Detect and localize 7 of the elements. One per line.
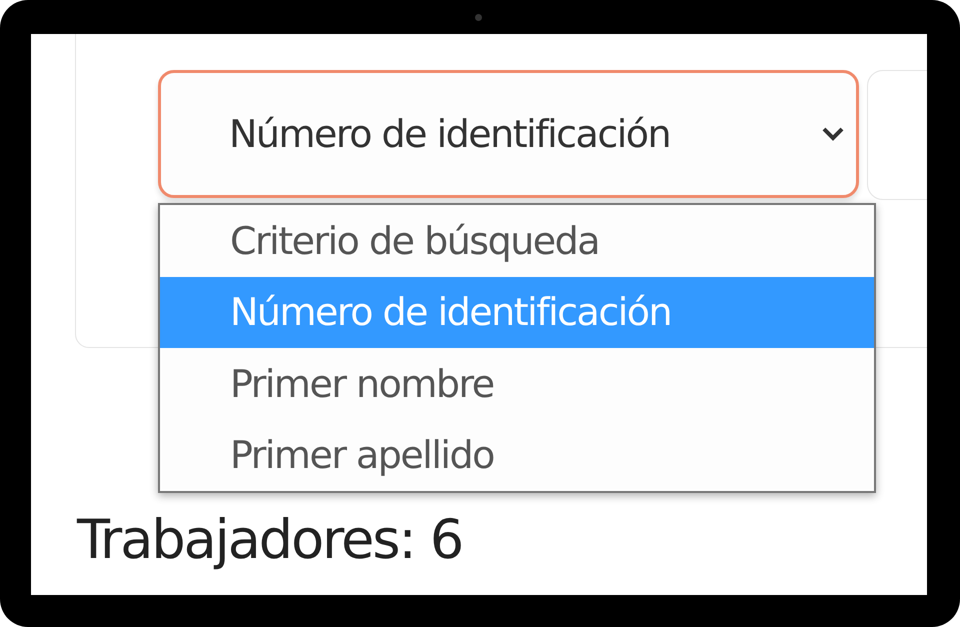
dropdown-option[interactable]: Criterio de búsqueda — [160, 205, 874, 276]
dropdown-option[interactable]: Primer apellido — [160, 420, 874, 491]
search-criterion-select[interactable]: Número de identificación — [158, 70, 859, 198]
chevron-down-icon — [822, 127, 844, 141]
camera-icon — [475, 14, 482, 21]
workers-count: Trabajadores: 6 — [77, 508, 464, 571]
dropdown-option[interactable]: Primer nombre — [160, 348, 874, 420]
